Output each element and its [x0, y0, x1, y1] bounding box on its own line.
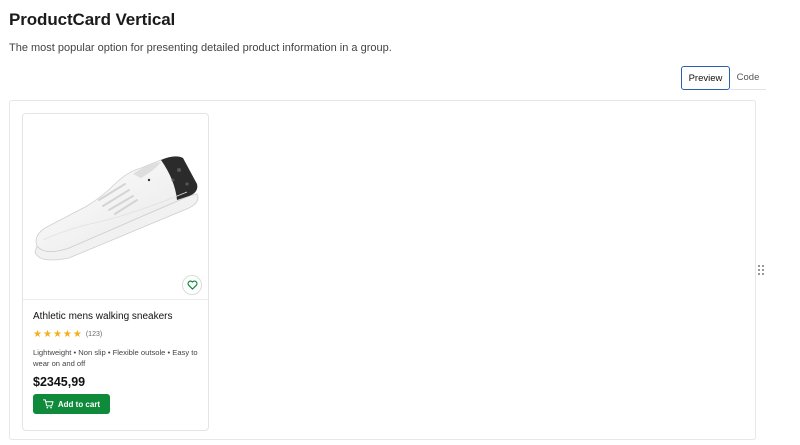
rating-count: (123): [85, 331, 103, 338]
add-to-cart-button[interactable]: Add to cart: [33, 394, 110, 414]
product-card[interactable]: Athletic mens walking sneakers ★ ★ ★ ★ ★…: [22, 113, 209, 431]
star-icon: ★: [52, 328, 62, 340]
star-icon: ★: [42, 328, 52, 340]
rating-stars: ★ ★ ★ ★ ★: [33, 328, 82, 340]
heart-icon: [187, 280, 197, 290]
product-features: Lightweight • Non slip • Flexible outsol…: [33, 348, 198, 368]
star-icon: ★: [62, 328, 72, 340]
tab-code[interactable]: Code: [730, 66, 766, 90]
star-icon: ★: [33, 328, 42, 340]
page-description: The most popular option for presenting d…: [9, 42, 392, 54]
tab-preview[interactable]: Preview: [681, 66, 730, 90]
product-info: Athletic mens walking sneakers ★ ★ ★ ★ ★…: [23, 300, 208, 414]
page-title: ProductCard Vertical: [9, 10, 176, 29]
star-icon: ★: [72, 328, 82, 340]
resize-handle-icon[interactable]: [758, 265, 764, 275]
product-price: $2345,99: [33, 375, 86, 389]
view-tabs: Preview Code: [681, 66, 766, 90]
product-rating: ★ ★ ★ ★ ★ (123): [33, 329, 198, 340]
favorite-button[interactable]: [182, 275, 202, 295]
product-image-area: [23, 114, 208, 300]
add-to-cart-label: Add to cart: [57, 399, 101, 409]
product-title[interactable]: Athletic mens walking sneakers: [33, 311, 198, 322]
sneaker-image: [34, 156, 199, 261]
cart-icon: [42, 399, 54, 409]
